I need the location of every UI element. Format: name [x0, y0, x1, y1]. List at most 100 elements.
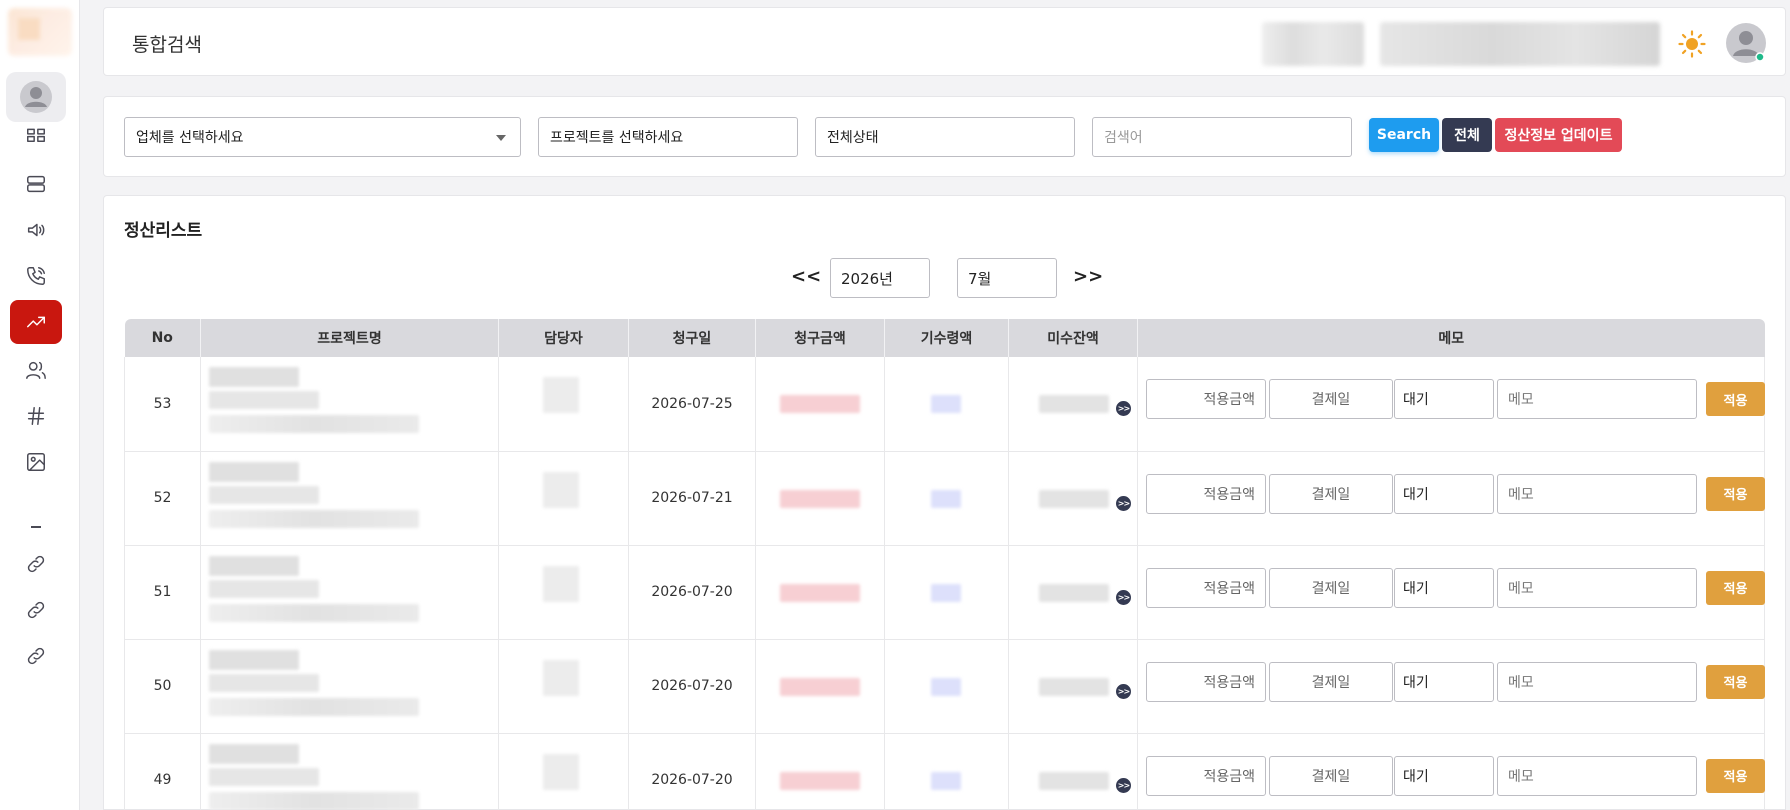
cell-no: 49: [124, 733, 201, 810]
logo[interactable]: [8, 8, 72, 56]
sidebar-item-call[interactable]: [10, 254, 62, 298]
cell-no: 53: [124, 357, 201, 452]
cell-project: [200, 357, 499, 452]
applied-amount-input[interactable]: 적용금액: [1146, 379, 1266, 419]
column-header-manager[interactable]: 담당자: [498, 319, 629, 357]
project-select[interactable]: 프로젝트를 선택하세요: [538, 117, 798, 157]
cell-balance: >>: [1008, 639, 1138, 734]
balance-detail-button[interactable]: >>: [1116, 683, 1131, 699]
memo-input[interactable]: 메모: [1497, 473, 1697, 514]
apply-button[interactable]: 적용: [1706, 382, 1765, 416]
applied-amount-input[interactable]: 적용금액: [1146, 473, 1266, 514]
update-settlement-button[interactable]: 정산정보 업데이트: [1495, 118, 1622, 152]
status-select[interactable]: 대기: [1394, 755, 1494, 796]
user-icon: [20, 81, 52, 113]
filter-bar: 업체를 선택하세요 프로젝트를 선택하세요 전체상태 검색어 Search 전체…: [103, 96, 1786, 177]
sidebar-item-link-2[interactable]: [10, 588, 62, 632]
payment-date-input[interactable]: 결제일: [1269, 567, 1393, 608]
memo-input[interactable]: 메모: [1497, 661, 1697, 702]
company-select[interactable]: 업체를 선택하세요: [124, 117, 521, 157]
cell-bill-amount: [755, 451, 885, 546]
apply-button[interactable]: 적용: [1706, 476, 1765, 511]
sun-icon[interactable]: [1678, 30, 1706, 58]
memo-input[interactable]: 메모: [1497, 567, 1697, 608]
balance-detail-button[interactable]: >>: [1116, 495, 1131, 511]
phone-icon: [27, 267, 45, 285]
cell-bill-date: 2026-07-20: [628, 733, 756, 810]
payment-date-input[interactable]: 결제일: [1269, 755, 1393, 796]
memo-input[interactable]: 메모: [1497, 755, 1697, 796]
sidebar-item-dashboard[interactable]: [10, 118, 62, 148]
sidebar-item-tags[interactable]: [10, 394, 62, 438]
cell-project: [200, 639, 499, 734]
month-input[interactable]: 7월: [957, 258, 1057, 298]
payment-date-input[interactable]: 결제일: [1269, 379, 1393, 419]
column-header-no[interactable]: No: [124, 319, 201, 357]
cell-no: 50: [124, 639, 201, 734]
users-icon: [26, 361, 46, 379]
status-select[interactable]: 전체상태: [815, 117, 1075, 157]
sidebar-item-settlement[interactable]: [10, 300, 62, 344]
sidebar-item-images[interactable]: [10, 440, 62, 484]
year-input[interactable]: 2026년: [830, 258, 930, 298]
table-row: 52 2026-07-21 >> 적용금액 결제일 대기 메모 적용: [124, 451, 1765, 546]
status-select[interactable]: 대기: [1394, 379, 1494, 419]
prev-month-button[interactable]: <<: [791, 266, 821, 287]
link-icon: [27, 647, 45, 665]
column-header-bill-date[interactable]: 청구일: [628, 319, 756, 357]
cell-project: [200, 451, 499, 546]
manager-name-blurred: [543, 471, 579, 508]
settlement-table: No 프로젝트명 담당자 청구일 청구금액 기수령액 미수잔액 메모 53 20…: [124, 319, 1765, 810]
sidebar-item-notice[interactable]: [10, 208, 62, 252]
cell-memo: 적용금액 결제일 대기 메모 적용: [1137, 639, 1765, 734]
cell-balance: >>: [1008, 451, 1138, 546]
applied-amount-input[interactable]: 적용금액: [1146, 755, 1266, 796]
sidebar-item-link-3[interactable]: [10, 634, 62, 678]
status-select[interactable]: 대기: [1394, 473, 1494, 514]
cell-memo: 적용금액 결제일 대기 메모 적용: [1137, 357, 1765, 452]
applied-amount-input[interactable]: 적용금액: [1146, 661, 1266, 702]
company-select-value: 업체를 선택하세요: [136, 130, 244, 146]
table-header-row: No 프로젝트명 담당자 청구일 청구금액 기수령액 미수잔액 메모: [124, 319, 1765, 357]
cell-balance: >>: [1008, 357, 1138, 452]
balance-detail-button[interactable]: >>: [1116, 589, 1131, 605]
column-header-received[interactable]: 기수령액: [884, 319, 1009, 357]
column-header-balance[interactable]: 미수잔액: [1008, 319, 1138, 357]
sidebar-item-server[interactable]: [10, 162, 62, 206]
status-select[interactable]: 대기: [1394, 567, 1494, 608]
balance-amount-blurred: [1039, 771, 1109, 790]
next-month-button[interactable]: >>: [1073, 266, 1103, 287]
show-all-button[interactable]: 전체: [1442, 118, 1492, 152]
sidebar-item-link-1[interactable]: [10, 542, 62, 586]
dashboard-icon: [27, 128, 45, 142]
search-button[interactable]: Search: [1369, 118, 1439, 152]
sidebar-item-users[interactable]: [10, 348, 62, 392]
table-row: 51 2026-07-20 >> 적용금액 결제일 대기 메모 적용: [124, 545, 1765, 640]
apply-button[interactable]: 적용: [1706, 664, 1765, 699]
column-header-bill-amount[interactable]: 청구금액: [755, 319, 885, 357]
applied-amount-input[interactable]: 적용금액: [1146, 567, 1266, 608]
apply-button[interactable]: 적용: [1706, 758, 1765, 793]
sidebar-avatar[interactable]: [6, 72, 66, 122]
apply-button[interactable]: 적용: [1706, 570, 1765, 605]
table-row: 50 2026-07-20 >> 적용금액 결제일 대기 메모 적용: [124, 639, 1765, 734]
column-header-memo[interactable]: 메모: [1137, 319, 1765, 357]
memo-input[interactable]: 메모: [1497, 379, 1697, 419]
bill-amount-blurred: [780, 583, 860, 602]
profile-avatar[interactable]: [1725, 22, 1767, 64]
balance-detail-button[interactable]: >>: [1116, 401, 1131, 416]
sidebar-divider: [31, 526, 41, 528]
payment-date-input[interactable]: 결제일: [1269, 661, 1393, 702]
link-icon: [27, 555, 45, 573]
status-select[interactable]: 대기: [1394, 661, 1494, 702]
project-name-blurred: [209, 555, 299, 576]
payment-date-input[interactable]: 결제일: [1269, 473, 1393, 514]
cell-bill-date: 2026-07-20: [628, 639, 756, 734]
manager-name-blurred: [543, 753, 579, 790]
column-header-project[interactable]: 프로젝트명: [200, 319, 499, 357]
search-input[interactable]: 검색어: [1092, 117, 1352, 157]
section-title: 정산리스트: [124, 221, 203, 241]
hash-icon: [27, 407, 45, 425]
balance-detail-button[interactable]: >>: [1116, 777, 1131, 793]
cell-balance: >>: [1008, 733, 1138, 810]
